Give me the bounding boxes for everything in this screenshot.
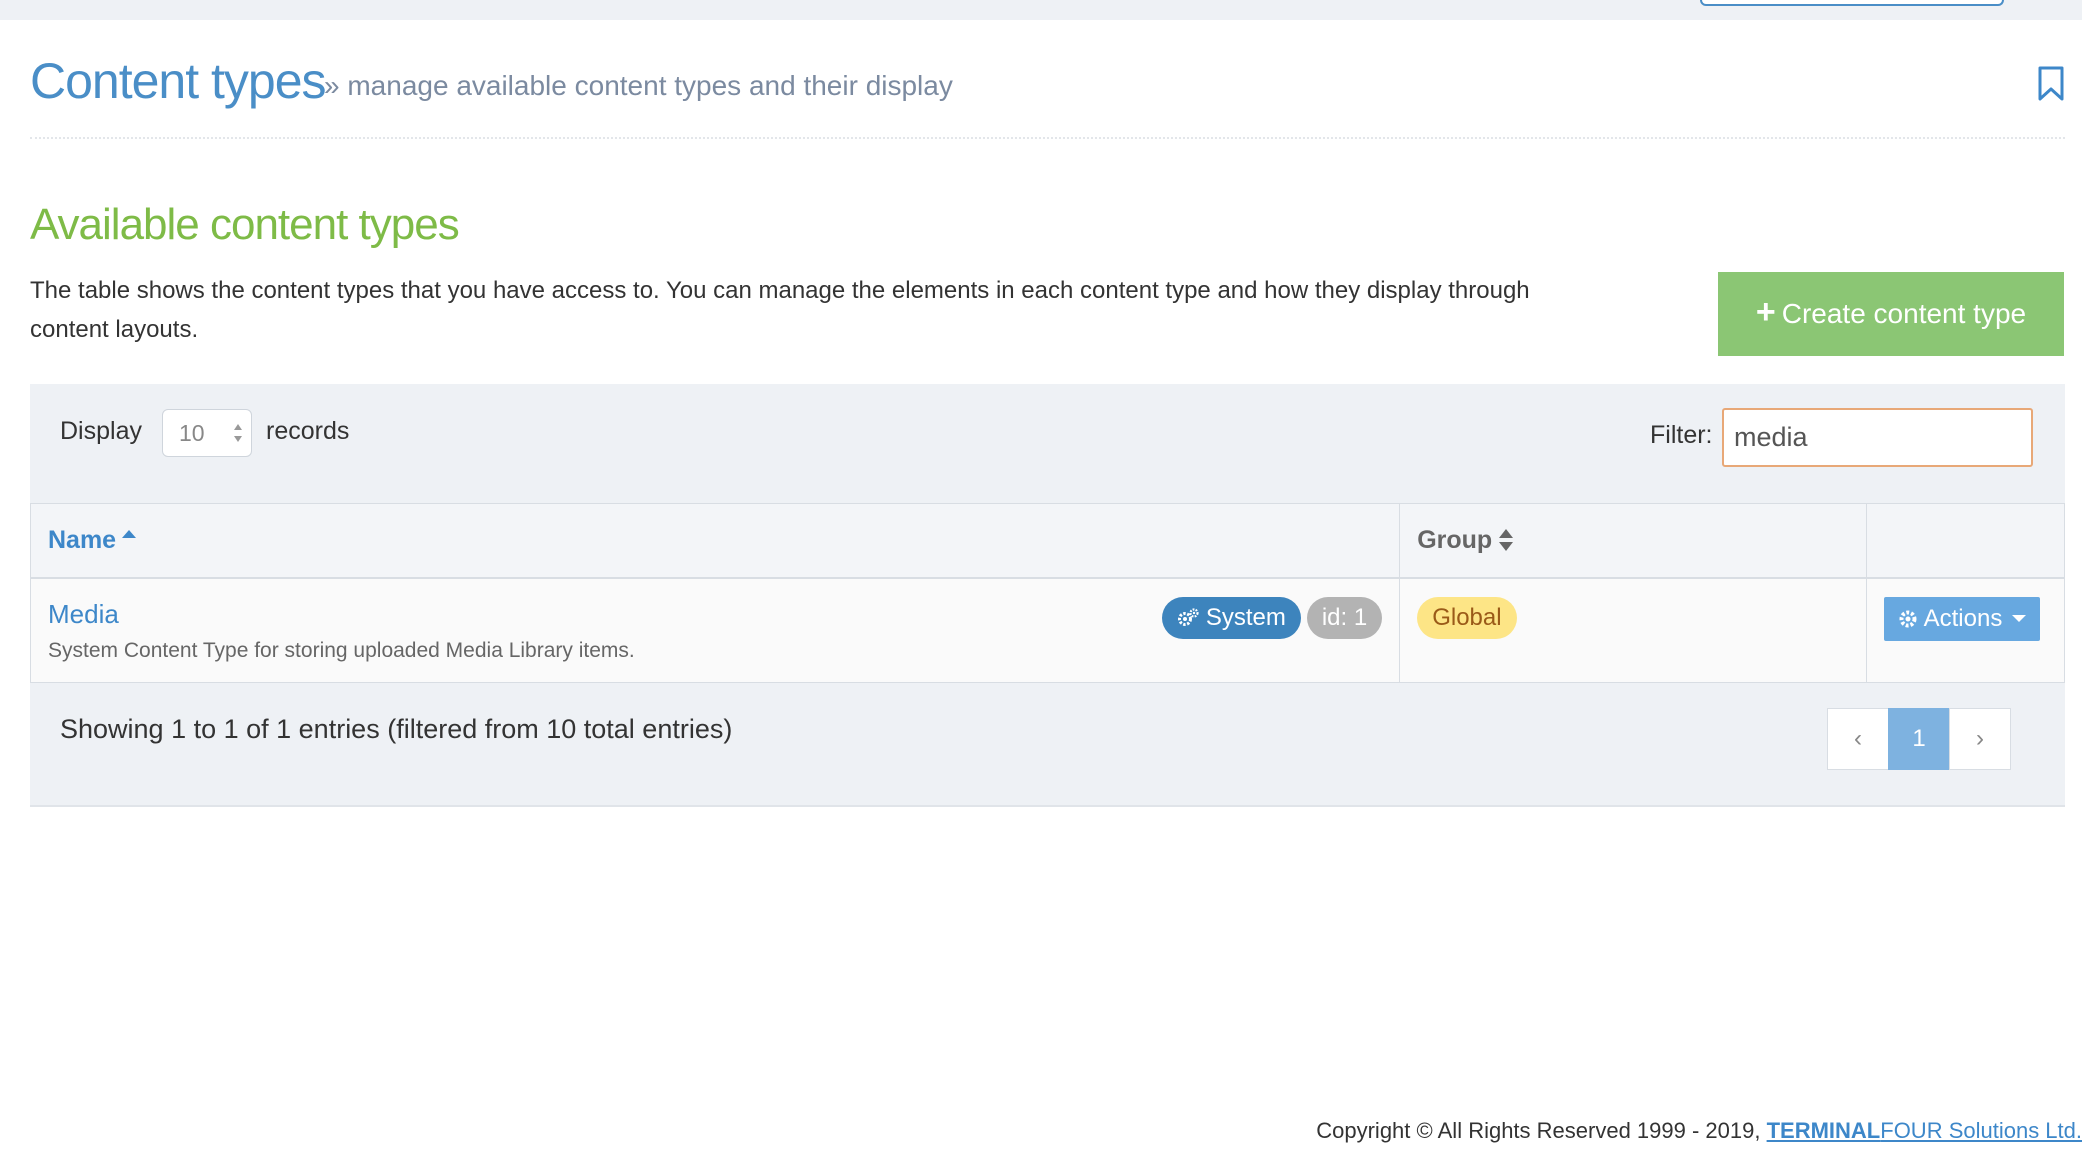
next-page-button[interactable]: › bbox=[1949, 708, 2011, 770]
page-length-select[interactable]: 10 bbox=[162, 409, 252, 457]
id-badge: id: 1 bbox=[1306, 596, 1383, 639]
filter-input[interactable] bbox=[1722, 408, 2033, 467]
brand-link-terminal[interactable]: TERMINAL bbox=[1767, 1118, 1881, 1143]
caret-down-icon bbox=[2012, 615, 2027, 622]
column-header-actions bbox=[1865, 503, 2066, 579]
row-actions-cell: Actions bbox=[1865, 577, 2066, 683]
actions-label: Actions bbox=[1923, 604, 2003, 632]
table-header-row: Name Group bbox=[29, 503, 2066, 579]
system-badge-label: System bbox=[1205, 603, 1286, 631]
top-search-field[interactable] bbox=[1700, 0, 2004, 6]
sort-icon bbox=[1499, 529, 1514, 551]
create-content-type-button[interactable]: + Create content type bbox=[1718, 272, 2064, 356]
content-types-table: Name Group Media System Content Type for… bbox=[29, 503, 2066, 683]
page-subtitle: » manage available content types and the… bbox=[324, 70, 953, 101]
page-length-value: 10 bbox=[179, 420, 205, 446]
footer: Copyright © All Rights Reserved 1999 - 2… bbox=[1316, 1118, 2082, 1144]
display-label: Display bbox=[60, 417, 142, 445]
page-title: Content types bbox=[30, 53, 327, 109]
gears-icon bbox=[1177, 607, 1199, 626]
section-title: Available content types bbox=[30, 200, 460, 249]
column-header-name-label: Name bbox=[48, 526, 117, 554]
copyright-text: Copyright © All Rights Reserved 1999 - 2… bbox=[1316, 1118, 1767, 1143]
actions-dropdown-button[interactable]: Actions bbox=[1883, 596, 2040, 641]
content-types-table-panel: Display 10 records Filter: Name Group bbox=[29, 384, 2066, 807]
records-label: records bbox=[266, 417, 350, 445]
content-type-description: System Content Type for storing uploaded… bbox=[48, 638, 635, 662]
previous-page-button[interactable]: ‹ bbox=[1827, 708, 1889, 770]
select-arrows-icon bbox=[234, 424, 242, 442]
page-header: Content types » manage available content… bbox=[30, 52, 2065, 139]
filter-label: Filter: bbox=[1650, 421, 1713, 449]
row-name-cell: Media System Content Type for storing up… bbox=[29, 577, 1401, 683]
system-badge: System bbox=[1161, 596, 1301, 639]
column-header-name[interactable]: Name bbox=[29, 503, 1401, 579]
column-header-group[interactable]: Group bbox=[1399, 503, 1867, 579]
pagination: ‹ 1 › bbox=[1827, 708, 2011, 770]
sort-ascending-icon bbox=[122, 530, 137, 538]
plus-icon: + bbox=[1755, 293, 1776, 331]
column-header-group-label: Group bbox=[1417, 526, 1493, 554]
brand-link-four[interactable]: FOUR Solutions Ltd. bbox=[1880, 1118, 2082, 1143]
row-badges: System id: 1 bbox=[1161, 596, 1383, 639]
create-content-type-label: Create content type bbox=[1781, 298, 2027, 329]
section-description: The table shows the content types that y… bbox=[30, 277, 1530, 343]
page-1-button[interactable]: 1 bbox=[1888, 708, 1950, 770]
gear-icon bbox=[1899, 610, 1917, 627]
row-group-cell: Global bbox=[1399, 577, 1867, 683]
table-row: Media System Content Type for storing up… bbox=[29, 577, 2066, 683]
table-info: Showing 1 to 1 of 1 entries (filtered fr… bbox=[60, 714, 733, 744]
top-bar bbox=[0, 0, 2082, 20]
group-badge: Global bbox=[1417, 596, 1517, 639]
bookmark-icon[interactable] bbox=[2037, 66, 2065, 102]
